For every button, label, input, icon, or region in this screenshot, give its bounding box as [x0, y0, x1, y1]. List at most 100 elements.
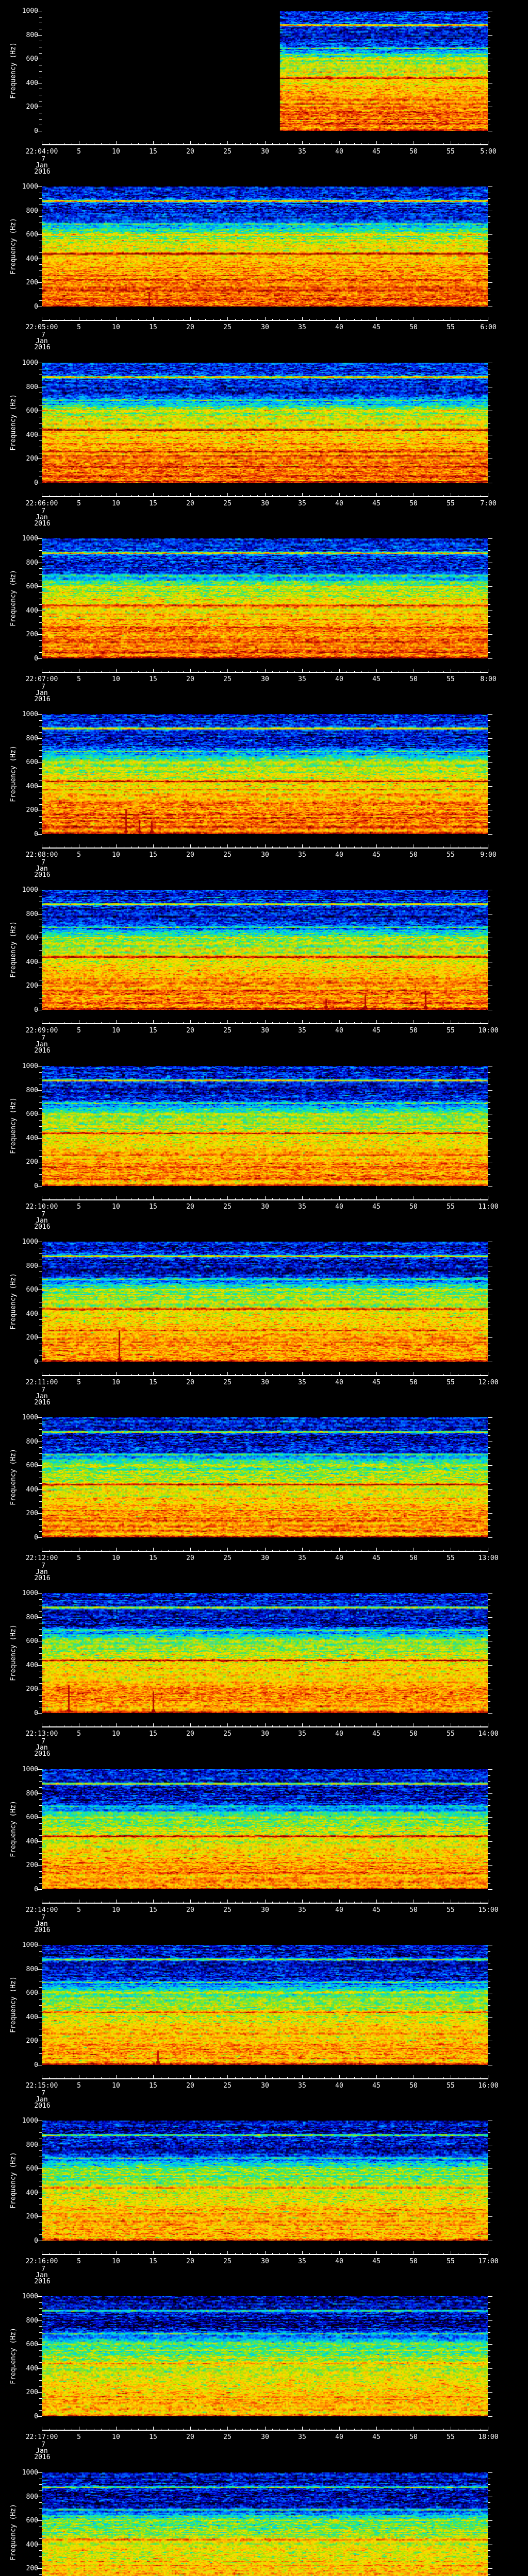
y-minor-tick	[39, 1355, 42, 1356]
y-axis-title: Frequency (Hz)	[9, 1976, 18, 2033]
y-axis-tick-label: 400	[26, 2013, 38, 2021]
x-axis-tick-label: 50	[409, 2433, 418, 2441]
y-minor-tick	[488, 574, 490, 575]
spectrogram-heatmap-canvas	[42, 2121, 488, 2241]
x-axis-start-time-label: 22:08:00	[25, 851, 58, 859]
x-minor-tick	[205, 1725, 206, 1727]
y-minor-tick	[39, 1871, 42, 1872]
x-axis-tick-label: 20	[186, 1027, 194, 1035]
x-minor-tick	[49, 495, 50, 497]
x-minor-tick	[101, 495, 102, 497]
x-axis-end-time-label: 6:00	[480, 324, 497, 331]
x-minor-tick	[138, 1902, 139, 1904]
y-major-tick	[488, 2392, 492, 2393]
x-axis-tick-label: 25	[223, 1203, 232, 1211]
y-axis-tick-label: 200	[26, 2388, 38, 2396]
y-axis-tick-label: 400	[26, 1662, 38, 1669]
x-axis-tick-label: 40	[335, 2082, 343, 2090]
x-axis-tick-label: 55	[447, 2258, 455, 2265]
y-minor-tick	[39, 1835, 42, 1836]
x-major-tick	[376, 2075, 377, 2079]
y-axis-tick-label: 1000	[22, 535, 38, 543]
x-axis-tick-label: 10	[112, 324, 120, 331]
x-major-tick	[376, 1020, 377, 1024]
y-axis-title: Frequency (Hz)	[9, 42, 18, 99]
x-minor-tick	[235, 2253, 236, 2255]
y-minor-tick	[39, 1531, 42, 1532]
x-minor-tick	[183, 1198, 184, 1200]
x-minor-tick	[220, 1022, 221, 1024]
x-minor-tick	[309, 1902, 310, 1904]
y-axis-tick-label: 800	[26, 559, 38, 567]
x-axis-tick-label: 20	[186, 1906, 194, 1914]
y-axis-tick-label: 200	[26, 1334, 38, 1342]
x-major-tick	[339, 1548, 340, 1552]
y-axis-tick-label: 200	[26, 455, 38, 463]
y-minor-tick	[488, 300, 490, 301]
x-minor-tick	[272, 495, 273, 497]
y-major-tick	[488, 2216, 492, 2217]
x-minor-tick	[309, 495, 310, 497]
x-axis-tick-label: 40	[335, 1554, 343, 1562]
x-minor-tick	[279, 1198, 280, 1200]
x-major-tick	[116, 1900, 117, 1904]
x-axis-end-time-label: 5:00	[480, 148, 497, 156]
x-axis-date-year: 2016	[34, 520, 51, 528]
y-minor-tick	[39, 2308, 42, 2309]
x-axis-tick-label: 40	[335, 675, 343, 683]
y-minor-tick	[39, 798, 42, 799]
y-minor-tick	[488, 1647, 490, 1648]
x-axis-tick-label: 45	[372, 2433, 381, 2441]
y-minor-tick	[488, 2502, 490, 2503]
x-minor-tick	[49, 671, 50, 673]
x-axis-tick-label: 40	[335, 2433, 343, 2441]
x-minor-tick	[361, 495, 362, 497]
x-minor-tick	[235, 2077, 236, 2079]
x-axis-tick-label: 15	[149, 1379, 157, 1386]
x-minor-tick	[168, 495, 169, 497]
x-minor-tick	[361, 2077, 362, 2079]
y-minor-tick	[488, 622, 490, 623]
y-minor-tick	[488, 1775, 490, 1776]
y-axis-tick-label: 400	[26, 431, 38, 439]
x-minor-tick	[346, 1198, 347, 1200]
y-axis-tick-label: 400	[26, 958, 38, 966]
x-minor-tick	[354, 846, 355, 849]
y-major-tick	[488, 1817, 492, 1818]
y-major-tick	[488, 586, 492, 587]
x-minor-tick	[428, 1902, 429, 1904]
x-axis-tick-label: 45	[372, 2082, 381, 2090]
x-axis-tick-label: 30	[261, 1027, 269, 1035]
x-axis-end-time-label: 16:00	[478, 2082, 499, 2090]
y-axis-title: Frequency (Hz)	[9, 218, 18, 275]
y-minor-tick	[39, 270, 42, 271]
x-minor-tick	[309, 846, 310, 849]
y-minor-tick	[39, 816, 42, 817]
x-minor-tick	[250, 2429, 251, 2431]
y-minor-tick	[39, 1877, 42, 1878]
y-minor-tick	[488, 1683, 490, 1684]
x-minor-tick	[198, 2077, 199, 2079]
x-axis-tick-label: 50	[409, 1203, 418, 1211]
x-axis-tick-label: 50	[409, 2082, 418, 2090]
x-axis-tick-label: 30	[261, 1379, 269, 1386]
y-axis-title: Frequency (Hz)	[9, 1624, 18, 1681]
x-minor-tick	[257, 319, 258, 321]
x-minor-tick	[361, 2253, 362, 2255]
y-minor-tick	[39, 300, 42, 301]
x-minor-tick	[168, 2429, 169, 2431]
x-minor-tick	[49, 319, 50, 321]
x-minor-tick	[242, 2253, 243, 2255]
y-major-tick	[488, 1617, 492, 1618]
y-minor-tick	[488, 1471, 490, 1472]
x-axis-tick-label: 5	[77, 2258, 81, 2265]
x-major-tick	[116, 1020, 117, 1024]
x-axis-tick-label: 10	[112, 2433, 120, 2441]
x-major-tick	[190, 2427, 191, 2431]
x-minor-tick	[49, 1198, 50, 1200]
x-minor-tick	[346, 1902, 347, 1904]
x-axis-tick-label: 10	[112, 2082, 120, 2090]
x-minor-tick	[138, 1550, 139, 1552]
y-axis-tick-label: 400	[26, 2541, 38, 2549]
spectrogram-panel: Frequency (Hz) 22:12:00 13:00 7 Jan 2016…	[0, 1414, 528, 1593]
